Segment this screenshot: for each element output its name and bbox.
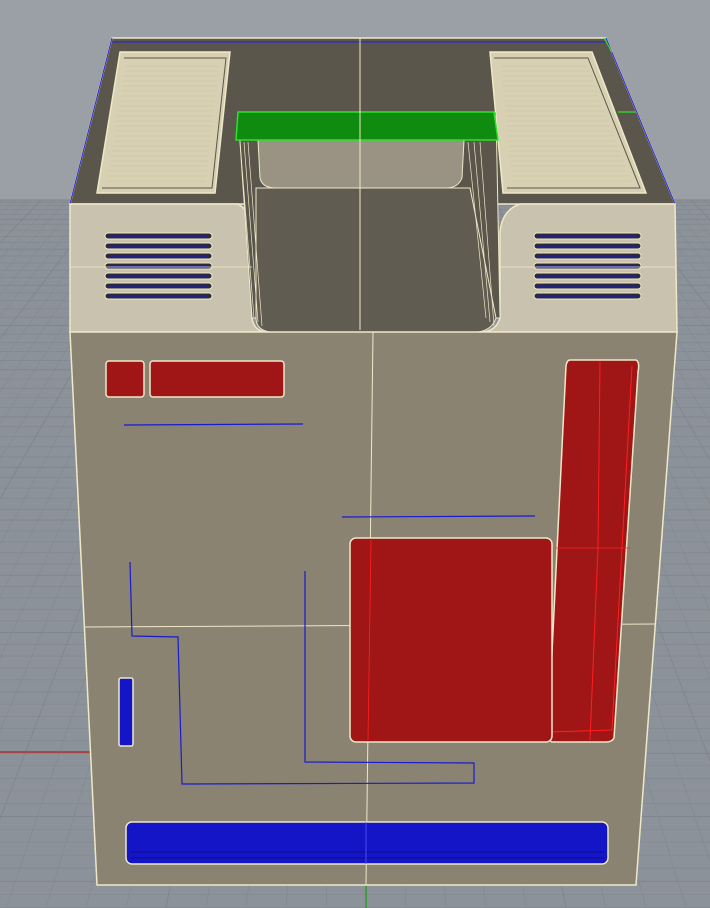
right-vent-slats[interactable]: [533, 232, 642, 300]
viewport-canvas[interactable]: [0, 0, 710, 908]
left-vent-slats[interactable]: [104, 232, 213, 300]
small-red-button[interactable]: [105, 360, 145, 398]
small-blue-indicator[interactable]: [118, 677, 134, 747]
green-slot[interactable]: [235, 111, 499, 141]
kiosk-model[interactable]: [69, 37, 678, 886]
cavity-floor: [255, 187, 497, 333]
wide-red-button[interactable]: [149, 360, 285, 398]
cavity-inner-shelf: [257, 139, 465, 189]
large-red-panel[interactable]: [349, 537, 553, 743]
3d-viewport[interactable]: [0, 0, 710, 908]
left-top-vent[interactable]: [96, 51, 231, 194]
